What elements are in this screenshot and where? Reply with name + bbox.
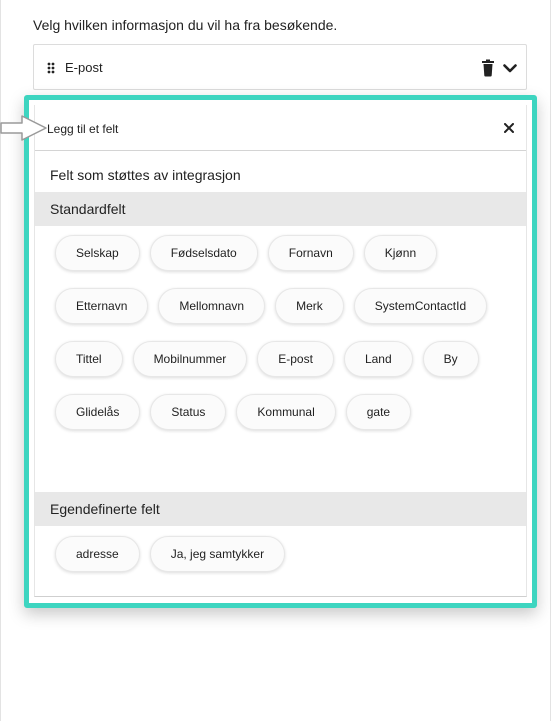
add-field-panel: Legg til et felt Felt som støttes av int… xyxy=(34,105,527,597)
close-icon[interactable] xyxy=(504,123,514,133)
selected-field-row[interactable]: E-post xyxy=(33,44,527,90)
custom-section-title: Egendefinerte felt xyxy=(50,501,160,517)
panel-title: Legg til et felt xyxy=(47,122,119,136)
panel-header: Legg til et felt xyxy=(35,105,526,151)
supported-fields-label: Felt som støttes av integrasjon xyxy=(50,167,241,183)
standard-field-chip[interactable]: Land xyxy=(343,341,413,377)
standard-field-chip[interactable]: Status xyxy=(150,394,227,430)
standard-field-chip[interactable]: Merk xyxy=(275,288,344,324)
standard-field-chip[interactable]: Etternavn xyxy=(55,288,149,324)
standard-field-chip[interactable]: Mellomnavn xyxy=(158,288,266,324)
pointer-arrow-icon xyxy=(0,115,47,141)
chevron-down-icon[interactable] xyxy=(501,59,519,77)
standard-field-chip[interactable]: gate xyxy=(345,394,412,430)
standard-field-chip[interactable]: Kommunal xyxy=(236,394,336,430)
standard-field-chip[interactable]: Glidelås xyxy=(55,394,141,430)
standard-field-chip[interactable]: E-post xyxy=(257,341,334,377)
custom-section-header: Egendefinerte felt xyxy=(35,492,526,526)
standard-field-chip[interactable]: SystemContactId xyxy=(353,288,488,324)
trash-icon[interactable] xyxy=(480,59,496,77)
standard-field-chip[interactable]: Fødselsdato xyxy=(149,235,258,271)
standard-field-chip[interactable]: Selskap xyxy=(55,235,140,271)
custom-field-chip[interactable]: Ja, jeg samtykker xyxy=(149,536,286,572)
instruction-text: Velg hvilken informasjon du vil ha fra b… xyxy=(33,17,338,33)
standard-fields-list: Selskap Fødselsdato Fornavn Kjønn Etternavn M… xyxy=(55,235,515,430)
drag-handle-icon[interactable] xyxy=(47,62,55,74)
standard-field-chip[interactable]: By xyxy=(422,341,479,377)
standard-field-chip[interactable]: Mobilnummer xyxy=(132,341,248,377)
custom-fields-list: adresse Ja, jeg samtykker xyxy=(55,536,515,572)
standard-section-header: Standardfelt xyxy=(35,192,526,226)
selected-field-label: E-post xyxy=(65,60,103,75)
standard-field-chip[interactable]: Fornavn xyxy=(267,235,354,271)
standard-field-chip[interactable]: Kjønn xyxy=(363,235,438,271)
standard-section-title: Standardfelt xyxy=(50,201,126,217)
custom-field-chip[interactable]: adresse xyxy=(55,536,140,572)
standard-field-chip[interactable]: Tittel xyxy=(55,341,123,377)
